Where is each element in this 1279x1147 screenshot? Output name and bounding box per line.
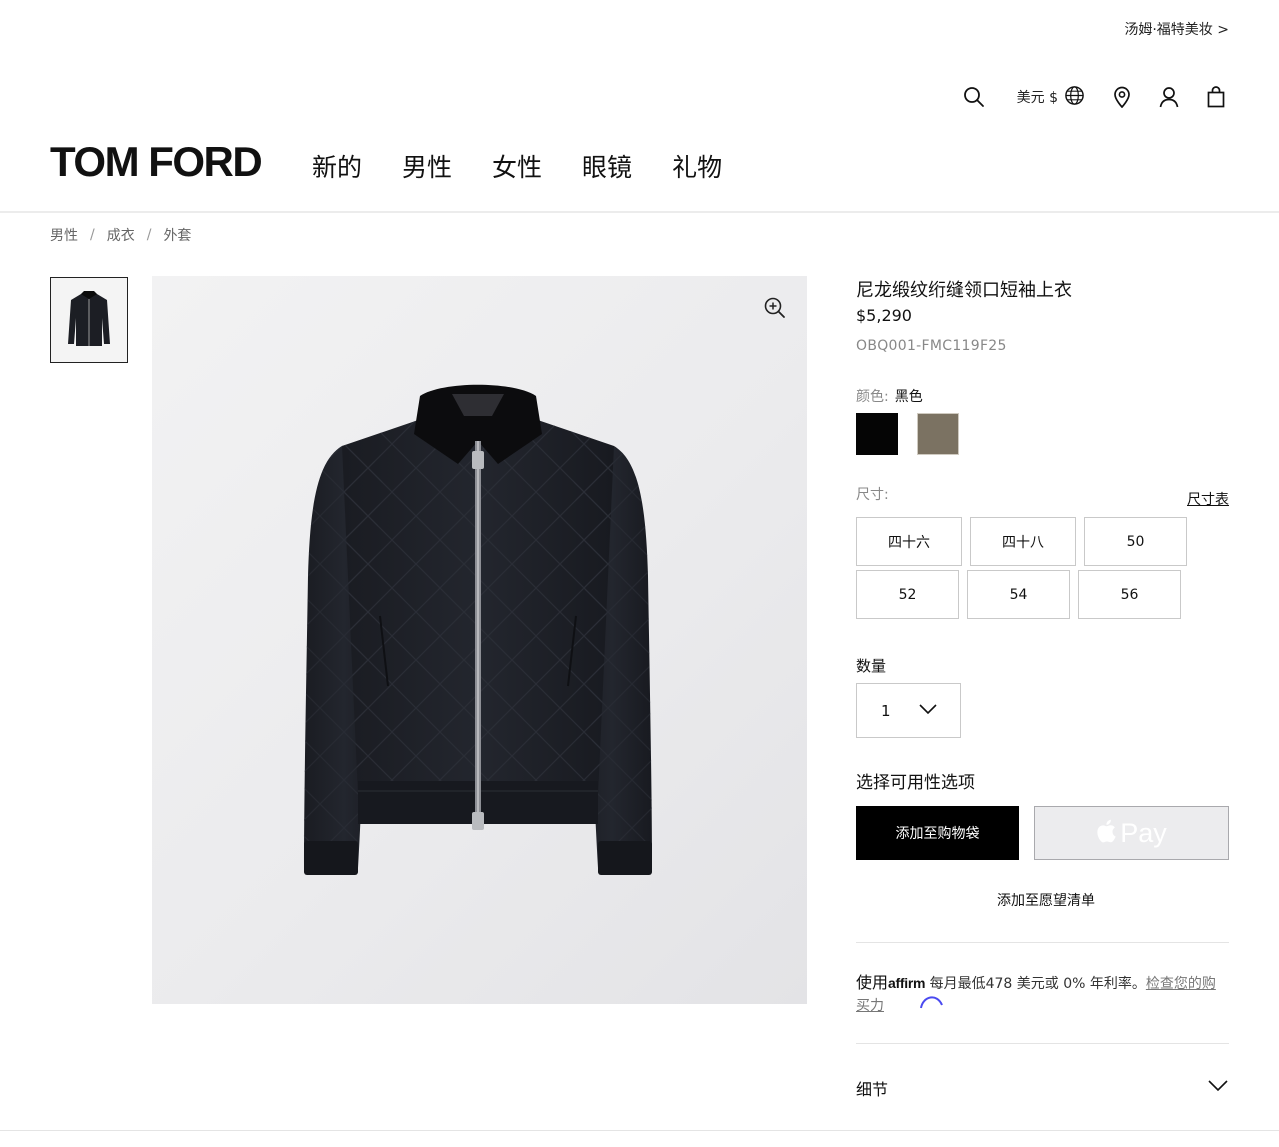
location-pin-icon[interactable] — [1109, 84, 1135, 110]
size-option-46[interactable]: 四十六 — [856, 517, 962, 566]
beauty-link[interactable]: 汤姆·福特美妆 > — [1124, 19, 1229, 39]
selected-color: 黑色 — [894, 389, 923, 405]
main-nav: 新的 男性 女性 眼镜 礼物 — [312, 148, 722, 184]
size-option-52[interactable]: 52 — [856, 570, 959, 619]
quantity-label: 数量 — [856, 657, 887, 675]
product-price: $5,290 — [856, 306, 912, 325]
product-main-image[interactable] — [152, 276, 807, 1004]
divider — [856, 942, 1229, 943]
shopping-bag-icon[interactable] — [1203, 84, 1229, 110]
apple-pay-button[interactable]: Pay — [1034, 806, 1229, 860]
nav-item-men[interactable]: 男性 — [402, 148, 452, 184]
breadcrumb-separator: / — [146, 227, 152, 243]
divider — [856, 1043, 1229, 1044]
product-thumbnail[interactable] — [50, 277, 128, 363]
globe-icon — [1064, 85, 1085, 110]
size-label: 尺寸: — [856, 487, 889, 503]
availability-label: 选择可用性选项 — [856, 773, 975, 793]
size-guide-link[interactable]: 尺寸表 — [1187, 489, 1229, 509]
affirm-logo: affirm — [888, 975, 926, 991]
product-title: 尼龙缎纹绗缝领口短袖上衣 — [856, 280, 1072, 301]
apple-pay-label: Pay — [1120, 817, 1167, 848]
chevron-down-icon[interactable] — [1207, 1077, 1229, 1097]
breadcrumb-separator: / — [90, 227, 95, 243]
affirm-arc-icon — [920, 996, 943, 1009]
breadcrumb-ready-to-wear[interactable]: 成衣 — [107, 225, 135, 245]
quantity-select[interactable]: 1 — [856, 683, 961, 738]
breadcrumb: 男性 / 成衣 / 外套 — [50, 225, 191, 245]
swatch-olive[interactable] — [917, 413, 959, 455]
add-to-bag-button[interactable]: 添加至购物袋 — [856, 806, 1019, 860]
size-option-50[interactable]: 50 — [1084, 517, 1187, 566]
search-icon[interactable] — [961, 84, 987, 110]
breadcrumb-men[interactable]: 男性 — [50, 225, 78, 245]
nav-item-eyewear[interactable]: 眼镜 — [582, 148, 632, 184]
affirm-prefix: 使用 — [856, 973, 889, 992]
swatch-black[interactable] — [856, 413, 898, 455]
chevron-down-icon — [918, 702, 938, 720]
nav-item-women[interactable]: 女性 — [492, 148, 542, 184]
affirm-text: 每月最低478 美元或 0% 年利率。 — [925, 976, 1146, 992]
utility-bar: 美元 $ — [961, 84, 1229, 110]
quantity-value: 1 — [881, 701, 891, 720]
brand-logo[interactable]: TOM FORD — [50, 138, 263, 186]
account-icon[interactable] — [1156, 84, 1182, 110]
header-divider — [0, 211, 1279, 213]
nav-item-gifts[interactable]: 礼物 — [672, 148, 722, 184]
currency-selector[interactable]: 美元 $ — [1017, 85, 1085, 110]
jacket-image — [304, 384, 652, 875]
currency-label: 美元 $ — [1016, 90, 1058, 106]
apple-logo-icon — [1096, 819, 1116, 847]
color-label: 颜色: 黑色 — [856, 386, 923, 406]
add-to-wishlist-link[interactable]: 添加至愿望清单 — [856, 890, 1236, 910]
breadcrumb-outerwear[interactable]: 外套 — [163, 225, 191, 245]
divider — [0, 1130, 1279, 1131]
details-accordion-label[interactable]: 细节 — [856, 1076, 888, 1100]
product-sku: OBQ001-FMC119F25 — [856, 338, 1007, 354]
nav-item-new[interactable]: 新的 — [312, 148, 362, 184]
zoom-in-icon[interactable] — [763, 296, 787, 320]
jacket-thumbnail-image — [68, 291, 110, 346]
affirm-financing: 使用affirm 每月最低478 美元或 0% 年利率。检查您的购买力 — [856, 972, 1229, 1017]
size-option-54[interactable]: 54 — [967, 570, 1070, 619]
color-label-text: 颜色: — [856, 389, 889, 405]
size-option-56[interactable]: 56 — [1078, 570, 1181, 619]
size-option-48[interactable]: 四十八 — [970, 517, 1076, 566]
